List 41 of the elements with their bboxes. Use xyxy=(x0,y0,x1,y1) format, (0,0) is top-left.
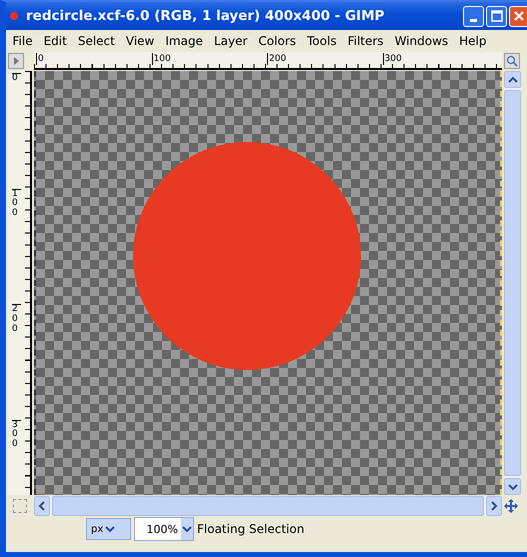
magnifier-icon xyxy=(506,55,518,67)
menu-item[interactable]: Edit xyxy=(38,34,72,48)
navigate-icon[interactable] xyxy=(504,499,518,513)
menu-item[interactable]: Image xyxy=(160,34,208,48)
chevron-down-icon xyxy=(105,525,116,533)
scroll-right-button[interactable] xyxy=(486,496,502,516)
menu-item[interactable]: Windows xyxy=(389,34,454,48)
zoom-dropdown[interactable]: 100% xyxy=(134,517,194,541)
menu-item[interactable]: Layer xyxy=(208,34,253,48)
ruler-label: 300 xyxy=(382,53,402,65)
menu-item[interactable]: Colors xyxy=(252,34,302,48)
menu-item[interactable]: Select xyxy=(72,34,120,48)
menu-item[interactable]: View xyxy=(120,34,160,48)
menu-item[interactable]: File xyxy=(7,34,38,48)
maximize-icon xyxy=(490,10,502,22)
app-icon xyxy=(10,12,18,20)
ruler-label: 200 xyxy=(267,53,286,65)
ruler-label: 0 xyxy=(36,53,44,65)
minimize-button[interactable] xyxy=(463,6,484,26)
menu-item[interactable]: Help xyxy=(454,34,492,48)
triangle-icon xyxy=(11,56,21,66)
ruler-label: 100 xyxy=(152,53,171,65)
close-button[interactable] xyxy=(509,6,527,26)
minimize-icon xyxy=(470,18,477,22)
unit-dropdown[interactable]: px xyxy=(86,518,131,540)
chevron-right-icon xyxy=(490,501,498,511)
chevron-up-icon xyxy=(508,76,518,84)
scroll-down-button[interactable] xyxy=(504,478,521,495)
menu-item[interactable]: Tools xyxy=(302,34,342,48)
zoom-button[interactable] xyxy=(504,53,520,69)
chevron-left-icon xyxy=(38,501,46,511)
chevron-down-icon xyxy=(508,482,518,490)
scroll-up-button[interactable] xyxy=(504,71,521,88)
maximize-button[interactable] xyxy=(486,6,507,26)
status-message: Floating Selection xyxy=(197,522,304,536)
menu-arrow-button[interactable] xyxy=(8,53,24,69)
window-title: redcircle.xcf-6.0 (RGB, 1 layer) 400x400 - GIMP xyxy=(26,8,386,24)
scroll-left-button[interactable] xyxy=(34,496,50,516)
chevron-down-icon xyxy=(182,525,192,533)
close-icon xyxy=(512,10,524,22)
menu-item[interactable]: Filters xyxy=(342,34,390,48)
